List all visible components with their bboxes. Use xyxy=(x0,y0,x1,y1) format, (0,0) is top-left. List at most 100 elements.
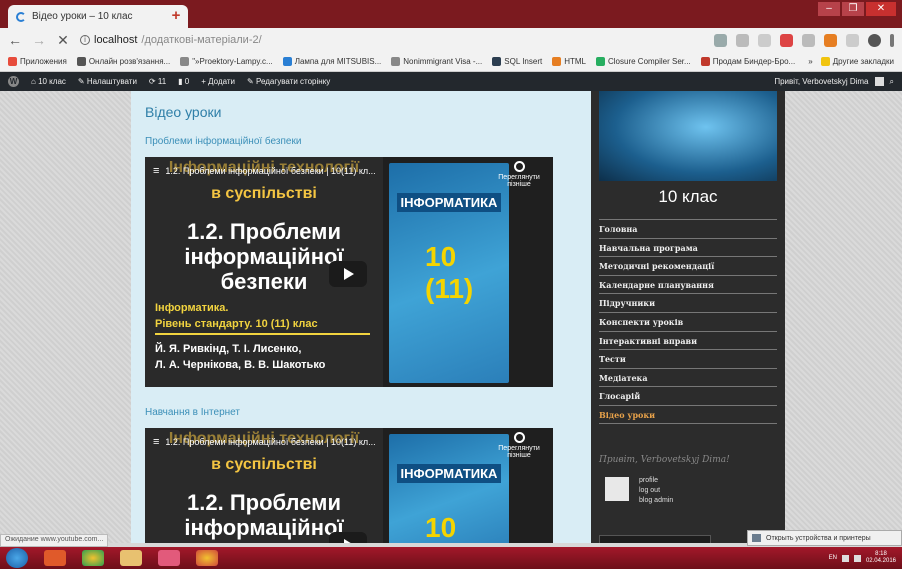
bookmark-item[interactable]: Лампа для MITSUBIS... xyxy=(282,57,381,66)
bookmark-item[interactable]: Nonimmigrant Visa -... xyxy=(391,57,482,66)
logout-link[interactable]: log out xyxy=(639,487,673,494)
search-input[interactable] xyxy=(599,535,711,543)
play-button[interactable] xyxy=(329,261,367,287)
volume-icon[interactable] xyxy=(853,554,861,562)
bookmark-item[interactable]: Онлайн розв'язання... xyxy=(76,57,170,66)
folder-icon[interactable] xyxy=(120,550,142,566)
sidebar-item-tests[interactable]: Тести xyxy=(599,349,777,368)
watch-later-button[interactable]: Переглянути пізніше xyxy=(489,161,549,188)
translate-icon[interactable] xyxy=(714,33,727,47)
admin-updates-link[interactable]: ⟳ 11 xyxy=(149,77,166,86)
admin-add-link[interactable]: + Додати xyxy=(201,77,235,86)
zoom-icon[interactable] xyxy=(736,33,749,47)
menu-icon[interactable] xyxy=(890,33,894,47)
watch-later-button[interactable]: Переглянути пізніше xyxy=(489,432,549,459)
bookmark-item[interactable]: Продам Биндер-Бро... xyxy=(700,57,795,66)
sidebar-item-methodics[interactable]: Методичні рекомендації xyxy=(599,256,777,275)
extension-icon[interactable] xyxy=(846,33,859,47)
admin-edit-link[interactable]: ✎ Редагувати сторінку xyxy=(247,77,330,86)
bookmark-item[interactable]: Приложения xyxy=(8,57,67,66)
new-tab-button[interactable]: + xyxy=(166,7,186,25)
sidebar-item-media[interactable]: Медіатека xyxy=(599,367,777,387)
sidebar-item-program[interactable]: Навчальна програма xyxy=(599,237,777,257)
sidebar-item-exercises[interactable]: Інтерактивні вправи xyxy=(599,330,777,350)
bookmark-icon xyxy=(552,57,562,66)
bookmark-label: Приложения xyxy=(20,57,67,66)
video-underline xyxy=(155,333,370,335)
sidebar-item-home[interactable]: Головна xyxy=(599,219,777,238)
taskbar: EN 8:18 02.04.2016 xyxy=(0,547,902,569)
bookmark-label: Nonimmigrant Visa -... xyxy=(403,57,483,66)
play-button[interactable] xyxy=(329,532,367,543)
url-field[interactable]: i localhost/додаткові-матеріали-2/ xyxy=(80,34,262,46)
office-icon[interactable] xyxy=(44,550,66,566)
bookmark-item[interactable]: SQL Insert xyxy=(492,57,542,66)
apps-icon xyxy=(8,57,17,66)
sidebar-item-video[interactable]: Відео уроки xyxy=(599,404,777,424)
extension-icon[interactable] xyxy=(824,33,837,47)
clock-icon xyxy=(513,432,525,443)
sidebar-item-lessons[interactable]: Конспекти уроків xyxy=(599,311,777,331)
bookmark-icon xyxy=(282,57,292,66)
playlist-menu-icon[interactable]: ≡ xyxy=(153,436,159,448)
start-button[interactable] xyxy=(6,548,28,568)
wordpress-logo-icon[interactable]: W xyxy=(8,76,19,87)
bookmark-item[interactable]: Closure Compiler Ser... xyxy=(596,57,691,66)
main-content: Відео уроки Проблеми інформаційної безпе… xyxy=(131,91,591,543)
minimize-button[interactable]: – xyxy=(818,2,840,16)
other-bookmarks[interactable]: Другие закладки xyxy=(820,57,894,66)
stop-icon[interactable]: ✕ xyxy=(56,32,70,49)
account-icon[interactable] xyxy=(868,33,881,47)
page-icon xyxy=(180,57,190,66)
tab-title: Відео уроки – 10 клас xyxy=(32,11,133,22)
maximize-button[interactable]: ❐ xyxy=(842,2,864,16)
extension-icon[interactable] xyxy=(802,33,815,47)
admin-customize-link[interactable]: ✎ Налаштувати xyxy=(78,77,137,86)
avatar[interactable] xyxy=(874,77,884,86)
star-icon[interactable] xyxy=(758,33,771,47)
chrome-icon[interactable] xyxy=(196,550,218,566)
bookmark-item[interactable]: HTML xyxy=(552,57,586,66)
page-icon xyxy=(391,57,401,66)
admin-comments-link[interactable]: ▮ 0 xyxy=(178,77,189,86)
search-icon[interactable]: ⌕ xyxy=(890,77,894,87)
sidebar-item-textbooks[interactable]: Підручники xyxy=(599,293,777,312)
bookmark-label: "»Proektory-Lampy.c... xyxy=(192,57,273,66)
window-controls: – ❐ ✕ xyxy=(818,2,896,16)
info-icon[interactable]: i xyxy=(80,35,90,45)
back-icon[interactable]: ← xyxy=(8,32,22,48)
extension-icon[interactable] xyxy=(780,33,793,47)
address-bar: ← → ✕ i localhost/додаткові-матеріали-2/ xyxy=(0,28,902,52)
clock[interactable]: 8:18 02.04.2016 xyxy=(866,551,896,565)
forward-icon[interactable]: → xyxy=(32,32,46,48)
sidebar-item-glossary[interactable]: Глосарій xyxy=(599,386,777,405)
profile-link[interactable]: profile xyxy=(639,477,673,484)
more-bookmarks-button[interactable]: » xyxy=(808,57,812,66)
language-indicator[interactable]: EN xyxy=(829,555,837,561)
playlist-menu-icon[interactable]: ≡ xyxy=(153,165,159,177)
section-title: Проблеми інформаційної безпеки xyxy=(145,136,302,147)
blog-admin-link[interactable]: blog admin xyxy=(639,497,673,504)
tray-tooltip: Открыть устройства и принтеры xyxy=(747,530,902,546)
admin-greeting[interactable]: Привіт, Verbovetskyj Dima xyxy=(774,77,868,86)
toolbar-icons xyxy=(714,33,894,47)
youtube-embed[interactable]: Інформаційні технології в суспільстві 1.… xyxy=(145,428,553,543)
browser-tab[interactable]: Відео уроки – 10 клас × xyxy=(8,5,188,28)
gear-icon xyxy=(492,57,502,66)
sidebar-item-calendar[interactable]: Календарне планування xyxy=(599,274,777,294)
network-icon[interactable] xyxy=(841,554,849,562)
user-links: profile log out blog admin xyxy=(639,477,673,504)
site-name[interactable]: 10 клас xyxy=(591,187,785,207)
app-icon[interactable] xyxy=(158,550,180,566)
page-background: Відео уроки Проблеми інформаційної безпе… xyxy=(0,91,902,543)
site-header-image xyxy=(599,91,777,181)
comments-count: 0 xyxy=(184,77,190,86)
chrome-icon[interactable] xyxy=(82,550,104,566)
admin-site-link[interactable]: ⌂ 10 клас xyxy=(31,77,66,86)
youtube-embed[interactable]: Інформаційні технології в суспільстві 1.… xyxy=(145,157,553,387)
admin-site-label: 10 клас xyxy=(38,77,66,86)
system-tray: EN 8:18 02.04.2016 xyxy=(829,551,896,565)
bookmark-icon xyxy=(76,57,86,66)
close-window-button[interactable]: ✕ xyxy=(866,2,896,16)
bookmark-item[interactable]: "»Proektory-Lampy.c... xyxy=(180,57,273,66)
